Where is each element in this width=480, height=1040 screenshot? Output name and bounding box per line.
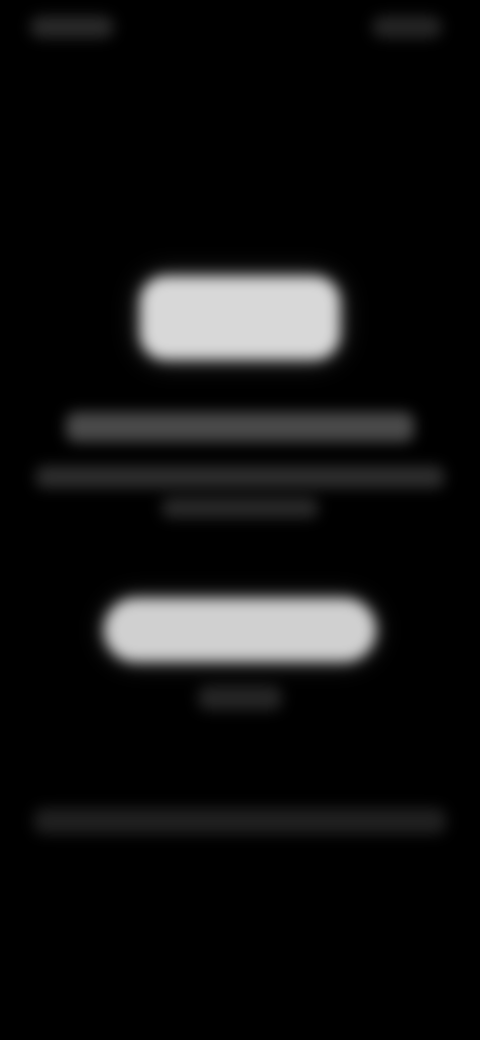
primary-button[interactable] — [104, 598, 376, 662]
footer-text — [34, 808, 446, 834]
headline-placeholder — [66, 412, 414, 442]
hero-card — [140, 276, 340, 360]
status-bar-left — [30, 16, 114, 38]
blurred-screen — [0, 0, 480, 1040]
secondary-link[interactable] — [198, 686, 282, 710]
status-bar-right — [372, 16, 442, 38]
body-text-line-2 — [162, 498, 318, 518]
body-text-line-1 — [36, 466, 444, 488]
